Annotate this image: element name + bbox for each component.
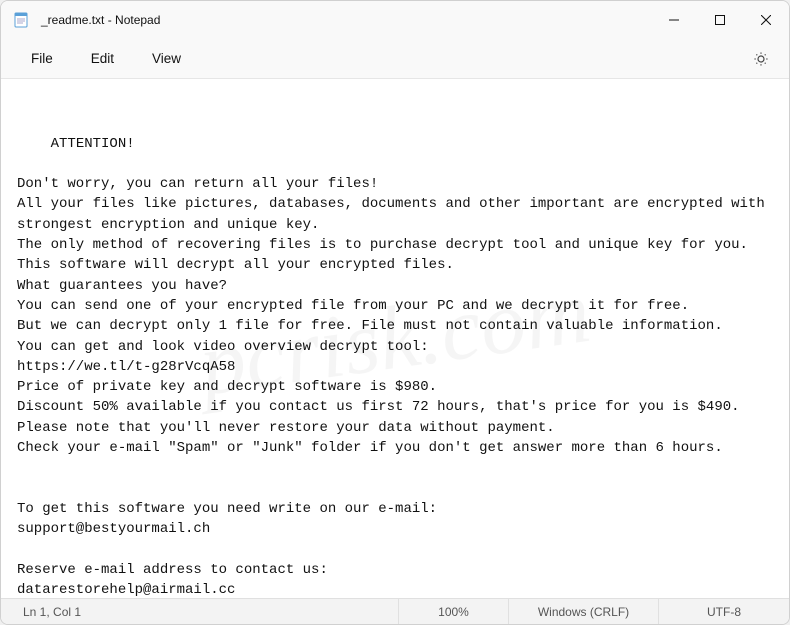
settings-button[interactable] (745, 43, 777, 75)
window-title: _readme.txt - Notepad (41, 13, 160, 27)
menu-edit[interactable]: Edit (73, 45, 132, 72)
status-zoom[interactable]: 100% (399, 599, 509, 624)
status-encoding[interactable]: UTF-8 (659, 599, 789, 624)
notepad-icon (13, 12, 29, 28)
document-text: ATTENTION! Don't worry, you can return a… (17, 136, 773, 598)
gear-icon (753, 51, 769, 67)
maximize-button[interactable] (697, 1, 743, 38)
notepad-window: _readme.txt - Notepad File Edit View pcr… (0, 0, 790, 625)
minimize-button[interactable] (651, 1, 697, 38)
window-controls (651, 1, 789, 38)
status-line-ending[interactable]: Windows (CRLF) (509, 599, 659, 624)
titlebar[interactable]: _readme.txt - Notepad (1, 1, 789, 39)
status-position-text: Ln 1, Col 1 (23, 605, 81, 619)
status-cursor-position: Ln 1, Col 1 (1, 599, 399, 624)
text-area[interactable]: pcrisk.com ATTENTION! Don't worry, you c… (1, 79, 789, 598)
statusbar: Ln 1, Col 1 100% Windows (CRLF) UTF-8 (1, 598, 789, 624)
close-button[interactable] (743, 1, 789, 38)
menubar: File Edit View (1, 39, 789, 79)
menu-file[interactable]: File (13, 45, 71, 72)
menu-view[interactable]: View (134, 45, 199, 72)
